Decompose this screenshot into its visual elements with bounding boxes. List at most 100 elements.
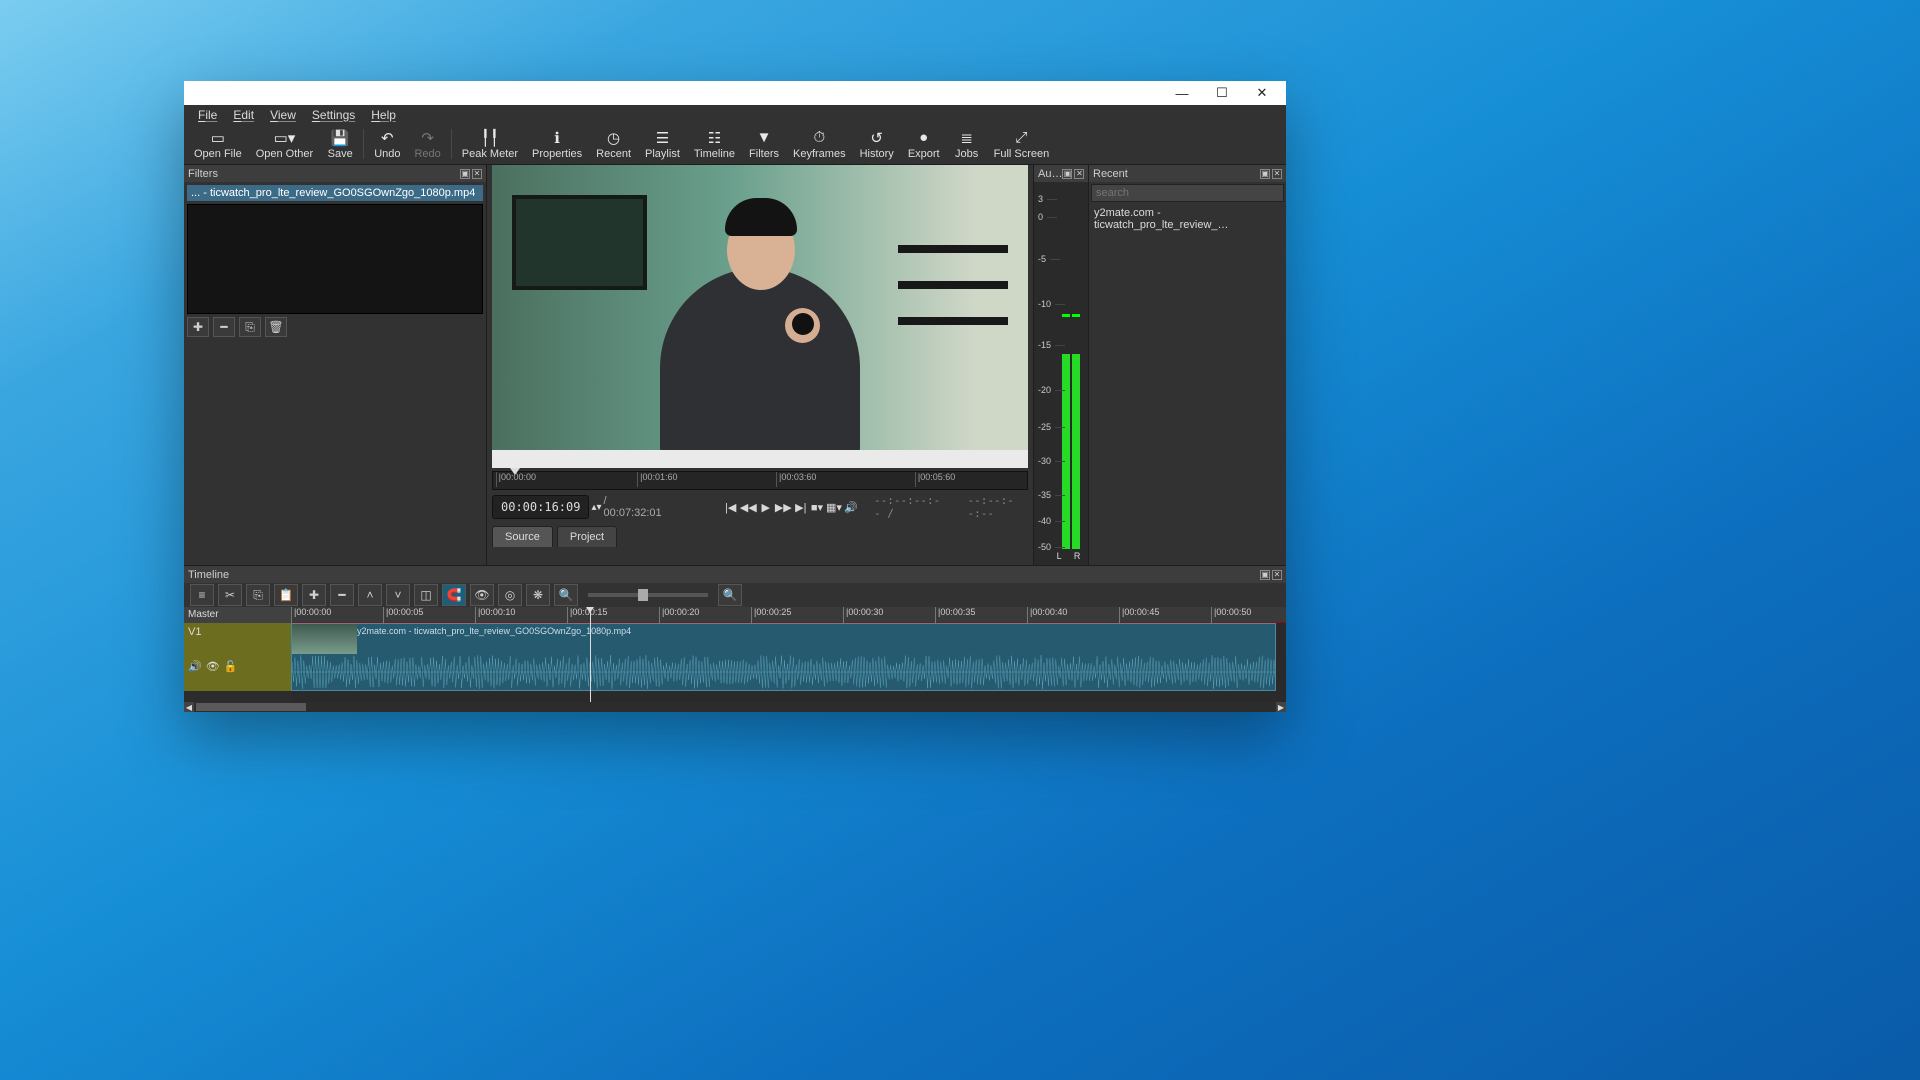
tl-zoomout-button[interactable]: 🔍 [554, 584, 578, 606]
tl-over-button[interactable]: ˅ [386, 584, 410, 606]
tl-split-button[interactable]: ◫ [414, 584, 438, 606]
preview-video[interactable] [492, 165, 1028, 468]
undo-button[interactable]: ↶Undo [367, 127, 407, 162]
track-mute-icon[interactable]: 🔊 [188, 660, 202, 673]
keyframes-button[interactable]: ⏱Keyframes [786, 127, 853, 162]
timeline-tracks[interactable]: |00:00:00|00:00:05|00:00:10|00:00:15|00:… [291, 607, 1286, 702]
timeline-hscroll[interactable]: ◀ ▶ [184, 702, 1286, 712]
fastfwd-button[interactable]: ▶▶ [775, 499, 792, 516]
scroll-right-icon[interactable]: ▶ [1276, 702, 1286, 712]
timeline-clip[interactable]: y2mate.com - ticwatch_pro_lte_review_GO0… [291, 623, 1276, 691]
redo-label: Redo [414, 148, 440, 160]
save-button[interactable]: 💾Save [320, 127, 360, 162]
tl-copy-button[interactable]: ⎘ [246, 584, 270, 606]
filters-button[interactable]: ▼Filters [742, 127, 786, 162]
recent-button[interactable]: ◷Recent [589, 127, 638, 162]
v1-track-header[interactable]: V1 🔊 👁 🔓 [184, 623, 291, 691]
scroll-left-icon[interactable]: ◀ [184, 702, 194, 712]
track-hide-icon[interactable]: 👁 [206, 660, 220, 673]
audio-title: Au… ▣✕ [1034, 165, 1088, 182]
ruler-mark: |00:00:45 [1119, 607, 1159, 623]
window-maximize[interactable]: ☐ [1202, 81, 1242, 105]
meter-label: -10 [1038, 299, 1051, 309]
preview-scrub-bar[interactable]: |00:00:00|00:01:60|00:03:60|00:05:60 [492, 471, 1028, 490]
filter-add-button[interactable]: ✚ [187, 317, 209, 337]
filter-paste-button[interactable]: 🗑 [265, 317, 287, 337]
window-close[interactable]: ✕ [1242, 81, 1282, 105]
playlist-button[interactable]: ☰Playlist [638, 127, 687, 162]
audio-meter-panel: Au… ▣✕ L R 30-5-10-15-20-25-30-35-40-50 [1033, 165, 1089, 565]
full-screen-button[interactable]: ⤢Full Screen [987, 127, 1057, 162]
panel-dock-icon[interactable]: ▣ [1260, 169, 1270, 179]
peak-meter-button[interactable]: ╿╿Peak Meter [455, 127, 525, 162]
tab-source[interactable]: Source [492, 526, 553, 547]
tl-scrub-button[interactable]: 👁 [470, 584, 494, 606]
stop-button[interactable]: ■▾ [810, 499, 824, 516]
tl-rippleall-button[interactable]: ❋ [526, 584, 550, 606]
volume-button[interactable]: 🔊 [844, 499, 858, 516]
tab-project[interactable]: Project [557, 526, 617, 547]
tl-lift-button[interactable]: ˄ [358, 584, 382, 606]
timeline-button[interactable]: ☷Timeline [687, 127, 742, 162]
zoom-slider[interactable] [588, 593, 708, 597]
filter-copy-button[interactable]: ⎘ [239, 317, 261, 337]
export-button[interactable]: ●Export [901, 127, 947, 162]
open-other-button[interactable]: ▭▾Open Other [249, 127, 320, 162]
ruler-mark: |00:00:00 [291, 607, 331, 623]
grid-button[interactable]: ▦▾ [826, 499, 842, 516]
redo-button[interactable]: ↷Redo [407, 127, 447, 162]
timecode-current[interactable]: 00:00:16:09 [492, 495, 589, 519]
skip-prev-button[interactable]: |◀ [724, 499, 738, 516]
tl-delete-button[interactable]: ━ [330, 584, 354, 606]
person-icon [645, 188, 875, 468]
history-button[interactable]: ↺History [853, 127, 901, 162]
main-toolbar: ▭Open File▭▾Open Other💾Save↶Undo↷Redo╿╿P… [184, 124, 1286, 165]
full-screen-icon: ⤢ [1015, 129, 1027, 147]
menu-edit[interactable]: Edit [225, 106, 262, 124]
timeline-ruler[interactable]: |00:00:00|00:00:05|00:00:10|00:00:15|00:… [291, 607, 1286, 623]
panel-dock-icon[interactable]: ▣ [1260, 570, 1270, 580]
menu-help[interactable]: Help [363, 106, 404, 124]
skip-next-button[interactable]: ▶| [794, 499, 808, 516]
play-button[interactable]: ▶ [759, 499, 773, 516]
tl-cut-button[interactable]: ✂ [218, 584, 242, 606]
filters-list[interactable] [187, 204, 483, 314]
tl-zoomin-button[interactable]: 🔍 [718, 584, 742, 606]
app-window: — ☐ ✕ File Edit View Settings Help ▭Open… [184, 81, 1286, 712]
filters-source-name[interactable]: ... - ticwatch_pro_lte_review_GO0SGOwnZg… [187, 185, 483, 201]
panel-close-icon[interactable]: ✕ [472, 169, 482, 179]
meter-label: -35 [1038, 490, 1051, 500]
panel-close-icon[interactable]: ✕ [1272, 169, 1282, 179]
meter-label: -5 [1038, 254, 1046, 264]
rewind-button[interactable]: ◀◀ [740, 499, 757, 516]
menu-settings[interactable]: Settings [304, 106, 363, 124]
properties-button[interactable]: ℹProperties [525, 127, 589, 162]
filters-title: Filters ▣✕ [184, 165, 486, 182]
peak-meter-icon: ╿╿ [481, 129, 499, 147]
tl-paste-button[interactable]: 📋 [274, 584, 298, 606]
meter-label: 3 [1038, 194, 1043, 204]
timeline-playhead[interactable] [590, 607, 591, 702]
track-lock-icon[interactable]: 🔓 [224, 660, 238, 673]
filter-remove-button[interactable]: ━ [213, 317, 235, 337]
tl-snap-button[interactable]: 🧲 [442, 584, 466, 606]
panel-close-icon[interactable]: ✕ [1074, 169, 1084, 179]
jobs-button[interactable]: ≣Jobs [947, 127, 987, 162]
meter-bar-right [1072, 354, 1080, 549]
window-minimize[interactable]: — [1162, 81, 1202, 105]
tl-append-button[interactable]: ✚ [302, 584, 326, 606]
tl-menu-button[interactable]: ≡ [190, 584, 214, 606]
open-file-button[interactable]: ▭Open File [187, 127, 249, 162]
recent-search-input[interactable] [1091, 184, 1284, 202]
master-track-header[interactable]: Master [184, 607, 291, 623]
panel-dock-icon[interactable]: ▣ [460, 169, 470, 179]
peak-meter-label: Peak Meter [462, 148, 518, 160]
recent-item[interactable]: y2mate.com - ticwatch_pro_lte_review_… [1089, 204, 1286, 234]
panel-close-icon[interactable]: ✕ [1272, 570, 1282, 580]
panel-dock-icon[interactable]: ▣ [1062, 169, 1072, 179]
menu-view[interactable]: View [262, 106, 304, 124]
scroll-thumb[interactable] [196, 703, 306, 711]
menu-file[interactable]: File [190, 106, 225, 124]
out-point: --:--:--:-- [968, 494, 1029, 520]
tl-ripple-button[interactable]: ◎ [498, 584, 522, 606]
